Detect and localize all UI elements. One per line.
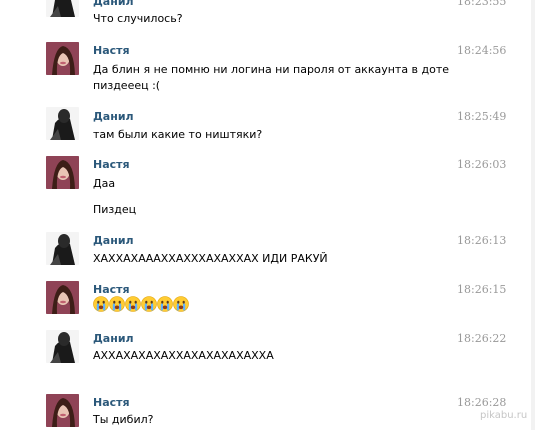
message-author[interactable]: Настя: [93, 283, 130, 296]
message-author[interactable]: Настя: [93, 396, 130, 409]
message-text: пиздееец :(: [93, 79, 161, 92]
avatar-danil[interactable]: [46, 330, 79, 363]
crying-face-icon: [173, 296, 189, 312]
crying-face-icon: [109, 296, 125, 312]
message-author[interactable]: Данил: [93, 234, 134, 247]
message-time: 18:26:13: [457, 234, 507, 247]
message-author[interactable]: Данил: [93, 332, 134, 345]
message-author[interactable]: Настя: [93, 44, 130, 57]
message-time: 18:26:15: [457, 283, 507, 296]
crying-face-icon: [157, 296, 173, 312]
message-author[interactable]: Данил: [93, 0, 134, 8]
message-text: Даа: [93, 177, 116, 190]
message-text: Ты дибил?: [93, 413, 154, 426]
crying-face-icon: [141, 296, 157, 312]
message-time: 18:26:28: [457, 396, 507, 409]
watermark: pikabu.ru: [480, 410, 528, 421]
emoji-row: [93, 296, 189, 312]
message-text: АХХАХАХАХАХХАХАХАХАХАХХА: [93, 349, 274, 362]
message-author[interactable]: Данил: [93, 110, 134, 123]
message-time: 18:23:55: [457, 0, 507, 8]
message-time: 18:26:22: [457, 332, 507, 345]
message-text: Пиздец: [93, 203, 137, 216]
message-text: там были какие то ништяки?: [93, 128, 263, 141]
avatar-danil[interactable]: [46, 0, 79, 17]
crying-face-icon: [93, 296, 109, 312]
message-text: ХАХХАХАААХХАХХХАХАХХАХ ИДИ РАКУЙ: [93, 252, 328, 265]
message-time: 18:26:03: [457, 158, 507, 171]
avatar-nastya[interactable]: [46, 156, 79, 189]
avatar-danil[interactable]: [46, 232, 79, 265]
message-time: 18:25:49: [457, 110, 507, 123]
message-time: 18:24:56: [457, 44, 507, 57]
message-text: Что случилось?: [93, 12, 183, 25]
avatar-nastya[interactable]: [46, 394, 79, 427]
crying-face-icon: [125, 296, 141, 312]
avatar-nastya[interactable]: [46, 281, 79, 314]
scrollbar-track[interactable]: [531, 0, 535, 430]
message-text: Да блин я не помню ни логина ни пароля о…: [93, 63, 450, 76]
avatar-nastya[interactable]: [46, 42, 79, 75]
message-author[interactable]: Настя: [93, 158, 130, 171]
chat-history: Данил 18:23:55 Что случилось? Настя 18:2…: [0, 0, 535, 430]
avatar-danil[interactable]: [46, 107, 79, 140]
